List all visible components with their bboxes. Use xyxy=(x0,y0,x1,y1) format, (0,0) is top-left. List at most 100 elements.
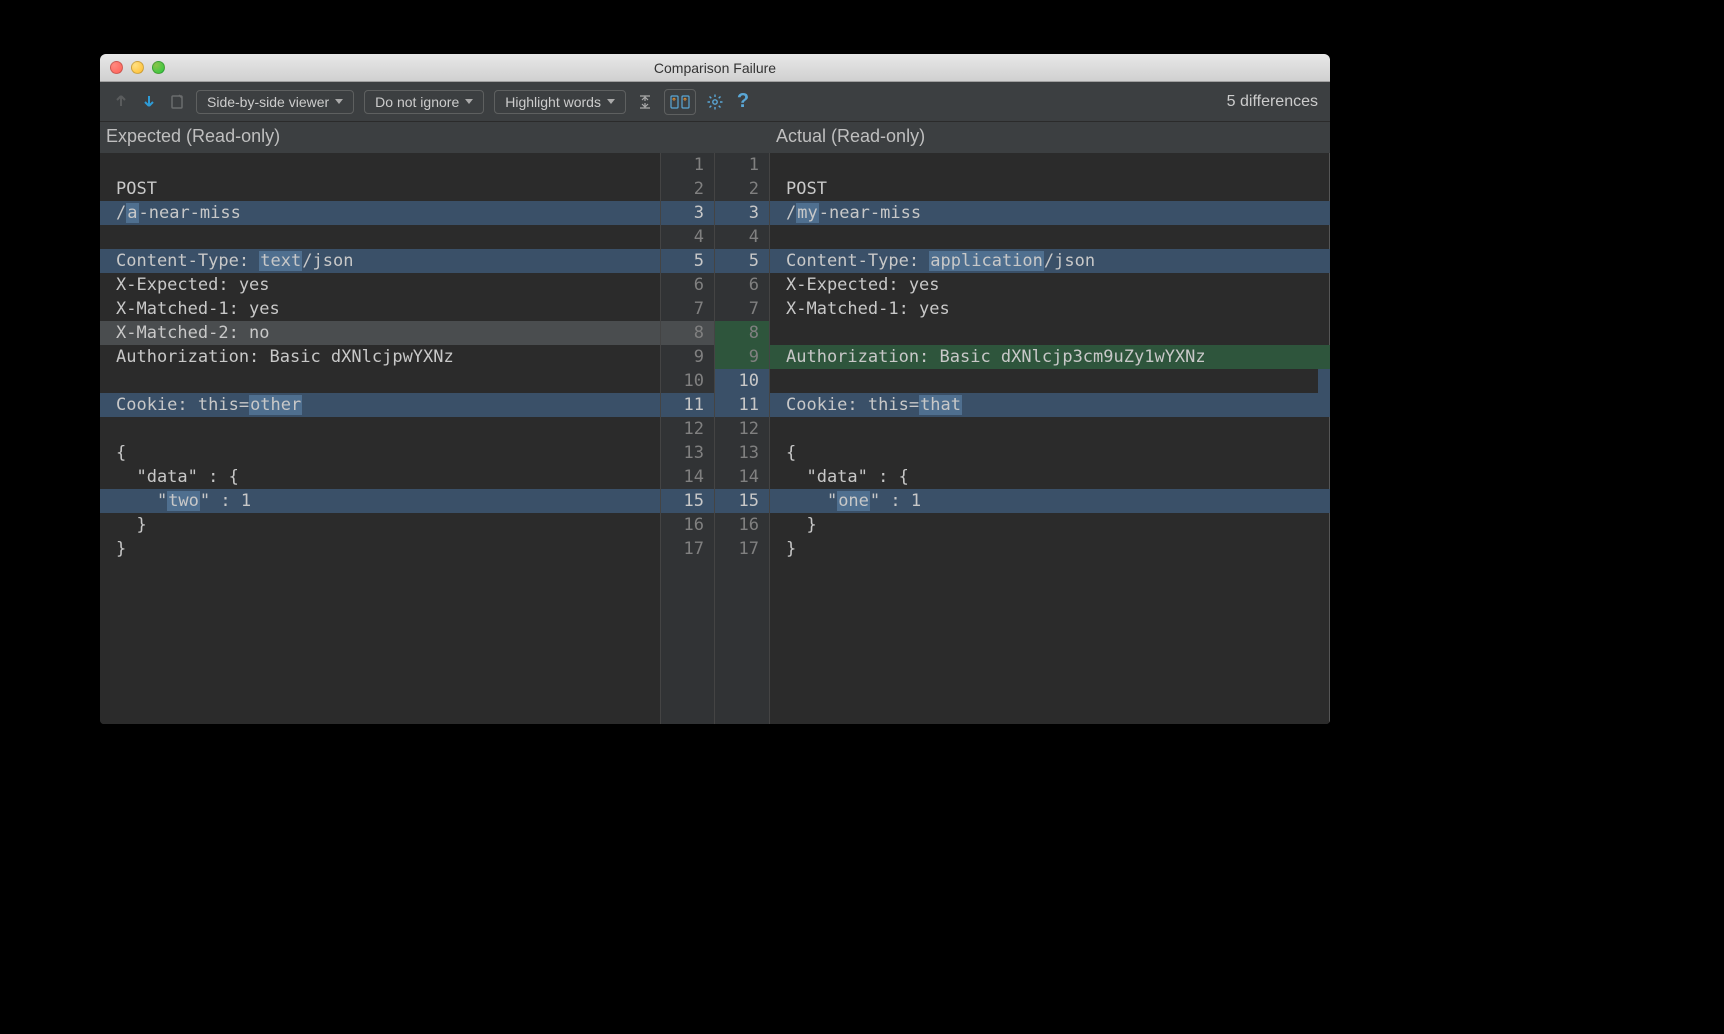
right-pane[interactable]: POST/my-near-miss Content-Type: applicati… xyxy=(770,153,1330,724)
collapse-unchanged-icon[interactable] xyxy=(636,93,654,111)
sync-scroll-toggle[interactable] xyxy=(664,89,696,115)
line-number: 16 xyxy=(661,513,714,537)
diff-marker xyxy=(100,393,112,417)
line-number: 12 xyxy=(715,417,769,441)
chevron-down-icon xyxy=(335,99,343,104)
diff-marker xyxy=(1318,345,1330,369)
code-line: X-Expected: yes xyxy=(770,273,1330,297)
line-number: 1 xyxy=(715,153,769,177)
line-number: 12 xyxy=(661,417,714,441)
toolbar: Side-by-side viewer Do not ignore Highli… xyxy=(100,82,1330,122)
line-number: 11 xyxy=(661,393,714,417)
diff-count: 5 differences xyxy=(1227,93,1318,111)
viewer-mode-label: Side-by-side viewer xyxy=(207,94,329,110)
code-line: "two" : 1 xyxy=(100,489,660,513)
left-pane[interactable]: POST/a-near-miss Content-Type: text/json X… xyxy=(100,153,660,724)
chevron-down-icon xyxy=(465,99,473,104)
line-number: 2 xyxy=(661,177,714,201)
code-line: } xyxy=(100,537,660,561)
code-line xyxy=(770,225,1330,249)
code-line: /a-near-miss xyxy=(100,201,660,225)
code-line: Cookie: this=other xyxy=(100,393,660,417)
line-number: 17 xyxy=(661,537,714,561)
line-gutter: 1234567891011121314151617 12345678910111… xyxy=(660,153,770,724)
help-icon[interactable]: ? xyxy=(734,93,752,111)
code-line: X-Matched-1: yes xyxy=(770,297,1330,321)
prev-diff-icon[interactable] xyxy=(112,93,130,111)
highlight-select[interactable]: Highlight words xyxy=(494,90,626,114)
right-pane-title: Actual (Read-only) xyxy=(770,122,1330,153)
line-number: 5 xyxy=(661,249,714,273)
code-line: Content-Type: application/json xyxy=(770,249,1330,273)
line-number: 9 xyxy=(715,345,769,369)
line-number: 6 xyxy=(661,273,714,297)
pane-headers: Expected (Read-only) Actual (Read-only) xyxy=(100,122,1330,153)
word-diff: text xyxy=(259,251,302,271)
code-line xyxy=(770,153,1330,177)
code-line xyxy=(770,417,1330,441)
titlebar: Comparison Failure xyxy=(100,54,1330,82)
code-line: Authorization: Basic dXNlcjpwYXNz xyxy=(100,345,660,369)
code-line xyxy=(770,321,1330,345)
line-number: 10 xyxy=(715,369,769,393)
diff-marker xyxy=(100,489,112,513)
window-title: Comparison Failure xyxy=(100,60,1330,76)
gear-icon[interactable] xyxy=(706,93,724,111)
code-line: "one" : 1 xyxy=(770,489,1330,513)
line-number: 15 xyxy=(715,489,769,513)
code-line xyxy=(100,417,660,441)
viewer-mode-select[interactable]: Side-by-side viewer xyxy=(196,90,354,114)
ignore-policy-select[interactable]: Do not ignore xyxy=(364,90,484,114)
word-diff: my xyxy=(796,203,818,223)
line-number: 8 xyxy=(661,321,714,345)
code-line: POST xyxy=(770,177,1330,201)
code-line: } xyxy=(770,513,1330,537)
line-number: 3 xyxy=(661,201,714,225)
line-number: 16 xyxy=(715,513,769,537)
diff-marker xyxy=(1318,489,1330,513)
line-number: 9 xyxy=(661,345,714,369)
line-number: 14 xyxy=(661,465,714,489)
word-diff: two xyxy=(167,491,200,511)
diff-marker xyxy=(1318,369,1330,393)
line-number: 7 xyxy=(661,297,714,321)
line-number: 6 xyxy=(715,273,769,297)
word-diff: that xyxy=(919,395,962,415)
diff-marker xyxy=(1318,393,1330,417)
next-diff-icon[interactable] xyxy=(140,93,158,111)
diff-marker xyxy=(1318,201,1330,225)
code-line: X-Matched-1: yes xyxy=(100,297,660,321)
word-diff: application xyxy=(929,251,1044,271)
line-number: 11 xyxy=(715,393,769,417)
line-number: 8 xyxy=(715,321,769,345)
line-number: 13 xyxy=(661,441,714,465)
line-number: 2 xyxy=(715,177,769,201)
word-diff: a xyxy=(126,203,138,223)
diff-marker xyxy=(100,201,112,225)
code-line: } xyxy=(770,537,1330,561)
word-diff: other xyxy=(249,395,302,415)
ignore-policy-label: Do not ignore xyxy=(375,94,459,110)
code-line: X-Matched-2: no xyxy=(100,321,660,345)
code-line xyxy=(100,153,660,177)
line-number: 13 xyxy=(715,441,769,465)
line-number: 15 xyxy=(661,489,714,513)
code-line: Content-Type: text/json xyxy=(100,249,660,273)
code-line: "data" : { xyxy=(100,465,660,489)
line-number: 5 xyxy=(715,249,769,273)
line-number: 4 xyxy=(661,225,714,249)
diff-marker xyxy=(100,249,112,273)
line-number: 7 xyxy=(715,297,769,321)
line-number: 17 xyxy=(715,537,769,561)
diff-body: POST/a-near-miss Content-Type: text/json X… xyxy=(100,153,1330,724)
highlight-label: Highlight words xyxy=(505,94,601,110)
code-line: POST xyxy=(100,177,660,201)
chevron-down-icon xyxy=(607,99,615,104)
left-pane-title: Expected (Read-only) xyxy=(100,122,660,153)
code-line: /my-near-miss xyxy=(770,201,1330,225)
code-line: Authorization: Basic dXNlcjp3cm9uZy1wYXN… xyxy=(770,345,1330,369)
code-line: { xyxy=(100,441,660,465)
edit-file-icon[interactable] xyxy=(168,93,186,111)
diff-marker xyxy=(1318,249,1330,273)
code-line xyxy=(770,369,1330,393)
